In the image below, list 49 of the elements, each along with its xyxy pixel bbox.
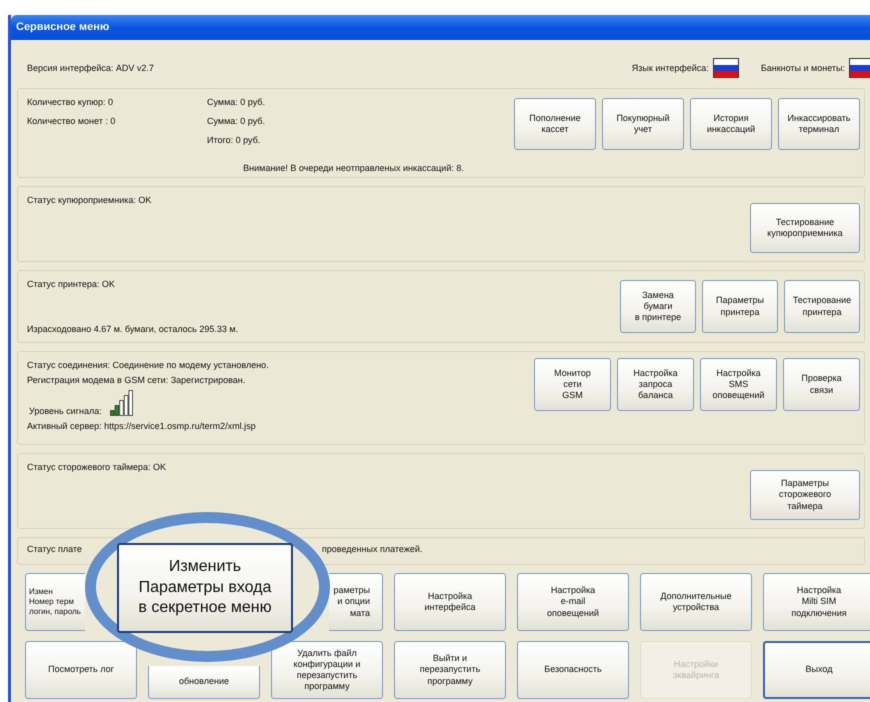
button[interactable]: Выйти и перезапустить программу [394,641,506,699]
button[interactable]: Выход [763,641,870,699]
button[interactable]: Удалить файл конфигурации и перезапустить программу [271,641,383,699]
status-text: Статус купюроприемника: OK [27,195,152,205]
signal-label: Уровень сигнала: [29,406,102,416]
count-text: Количество монет : 0 [27,116,116,126]
status-text: Статус плате [27,544,82,554]
button[interactable]: Безопасность [517,641,629,699]
version-text: Версия интерфейса: ADV v2.7 [27,63,154,73]
paper-usage-text: Израсходовано 4.67 м. бумаги, осталось 295.33 м. [27,324,238,334]
status-text: Статус принтера: OK [27,279,116,289]
flag-icon[interactable] [849,58,870,78]
button[interactable]: Настройка Milti SIM подключения [763,573,870,631]
status-text: Статус сторожевого таймера: OK [27,462,166,472]
button[interactable]: Проверка связи [783,358,860,411]
server-text: Активный сервер: https://service1.osmp.ru/term2/xml.jsp [27,421,257,431]
button[interactable]: Настройка запроса баланса [617,358,694,411]
button[interactable]: Посмотреть лог [25,641,137,699]
sum-text: Итого: 0 руб. [207,135,262,145]
button[interactable]: Покупюрный учет [602,98,684,150]
status-text: Регистрация модема в GSM сети: Зарегистрирован. [27,375,246,385]
button[interactable]: История инкассаций [690,98,772,150]
button[interactable]: Настройка SMS оповещений [700,358,777,411]
sum-text: Сумма: 0 руб. [207,116,266,126]
notice-text: Внимание! В очереди неотправленых инкассаций: 8. [242,163,465,173]
count-text: Количество купюр: 0 [27,97,114,107]
flag-icon[interactable] [712,58,739,78]
button[interactable]: Тестирование купюроприемника [750,203,860,253]
button[interactable]: Пополнение кассет [514,98,596,150]
status-text: проведенных платежей. [322,544,422,554]
button[interactable]: Дополнительные устройства [640,573,752,631]
button[interactable]: Изменить Параметры входа в секретное меню [117,543,293,633]
button[interactable]: раметры и опции мата [329,573,383,631]
button[interactable]: обновление [148,666,260,699]
button[interactable]: Параметры сторожевого таймера [750,470,860,520]
label: Язык интерфейса: [632,63,709,73]
window-title: Сервисное меню [11,15,870,40]
label: Банкноты и монеты: [760,63,845,73]
status-text: Статус соединения: Соединение по модему установлено. [27,360,269,370]
button[interactable]: Монитор сети GSM [534,358,611,411]
button[interactable]: Настройка e-mail оповещений [517,573,629,631]
button[interactable]: Инкассировать терминал [778,98,860,150]
button[interactable]: Настройка интерфейса [394,573,506,631]
signal-bars-icon [110,390,134,416]
button[interactable]: Измен Номер терм логин, пароль [25,573,85,631]
button[interactable]: Параметры принтера [702,280,778,333]
sum-text: Сумма: 0 руб. [207,97,266,107]
button[interactable]: Тестирование принтера [784,280,860,333]
button[interactable]: Замена бумаги в принтере [620,280,696,333]
